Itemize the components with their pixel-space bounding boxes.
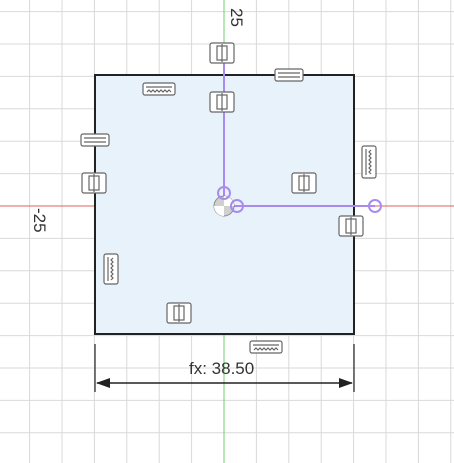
x-axis-value-label: -25 — [30, 208, 49, 233]
midpoint-constraint-icon[interactable] — [209, 42, 235, 64]
midpoint-constraint-icon[interactable] — [81, 172, 107, 194]
vertical-constraint-icon[interactable] — [103, 253, 119, 285]
horizontal-constraint-icon[interactable] — [142, 82, 176, 96]
dimension-arrow-icon — [339, 378, 353, 388]
midpoint-constraint-icon[interactable] — [166, 302, 192, 324]
midpoint-constraint-icon[interactable] — [291, 172, 317, 194]
midpoint-constraint-icon[interactable] — [209, 91, 235, 113]
horizontal-constraint-icon[interactable] — [249, 340, 283, 354]
sketch-canvas[interactable]: fx: 38.50 25 -25 — [0, 0, 454, 463]
parallel-constraint-icon[interactable] — [274, 68, 304, 82]
vertical-constraint-icon[interactable] — [361, 145, 377, 179]
parallel-constraint-icon[interactable] — [80, 133, 110, 147]
y-axis-value-label: 25 — [227, 8, 246, 27]
dimension-label[interactable]: fx: 38.50 — [189, 359, 254, 378]
dimension-arrow-icon — [96, 378, 110, 388]
sketch-viewport[interactable]: fx: 38.50 25 -25 — [0, 0, 454, 463]
midpoint-constraint-icon[interactable] — [338, 215, 364, 237]
